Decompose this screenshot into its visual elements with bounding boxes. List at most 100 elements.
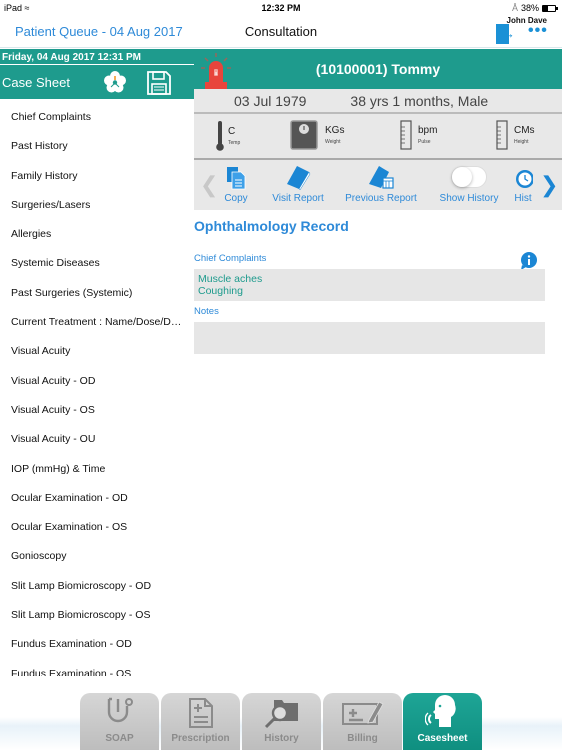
chief-complaints-field[interactable]: Muscle aches Coughing — [194, 269, 545, 301]
scroll-left-chevron-icon[interactable]: ❮ — [200, 172, 218, 198]
patient-age-gender: 38 yrs 1 months, Male — [350, 92, 489, 109]
weighing-scale-icon — [290, 120, 318, 150]
sidebar-item[interactable]: Systemic Diseases — [0, 249, 194, 278]
toggle-knob — [452, 167, 472, 187]
sidebar-item[interactable]: Ocular Examination - OD — [0, 484, 194, 513]
copy-button[interactable]: Copy — [221, 164, 251, 204]
navigation-bar: Patient Queue - 04 Aug 2017 Consultation… — [0, 16, 562, 48]
action-toolbar: ❮ Copy Visit Report Previous Report Show… — [194, 160, 562, 210]
sidebar-item[interactable]: Gonioscopy — [0, 542, 194, 571]
vital-unit: C — [228, 126, 236, 137]
notes-label: Notes — [194, 306, 219, 317]
sidebar-item[interactable]: Family History — [0, 162, 194, 191]
case-sheet-sidebar: Friday, 04 Aug 2017 12:31 PM Case Sheet — [0, 49, 194, 690]
ruler-icon — [496, 120, 508, 150]
tab-billing[interactable]: Billing — [323, 693, 402, 750]
patient-dob: 03 Jul 1979 — [234, 92, 307, 109]
tab-label: SOAP — [105, 733, 134, 744]
sidebar-item[interactable]: Visual Acuity — [0, 337, 194, 366]
prescription-document-icon — [188, 698, 213, 728]
sidebar-item[interactable]: Past History — [0, 132, 194, 161]
patient-header: a (10100001) Tommy — [194, 49, 562, 89]
sidebar-item[interactable]: IOP (mmHg) & Time — [0, 455, 194, 484]
sidebar-item[interactable]: Allergies — [0, 220, 194, 249]
history-label: Hist — [514, 193, 532, 204]
sidebar-item[interactable]: Past Surgeries (Systemic) — [0, 279, 194, 308]
visit-report-label: Visit Report — [272, 193, 324, 204]
tab-label: Billing — [347, 733, 378, 744]
chief-complaints-text: Muscle aches Coughing — [194, 269, 545, 301]
status-bar: iPad ≈ 12:32 PM Å 38% — [0, 0, 562, 16]
consultation-main: a (10100001) Tommy 03 Jul 1979 38 yrs 1 … — [194, 49, 562, 690]
tab-history[interactable]: History — [242, 693, 321, 750]
save-button[interactable] — [146, 70, 172, 96]
previous-report-label: Previous Report — [345, 193, 417, 204]
ruler-icon — [400, 120, 412, 150]
patient-name: (10100001) Tommy — [315, 61, 441, 77]
sidebar-item[interactable]: Fundus Examination - OS — [0, 660, 194, 676]
visit-report-button[interactable]: Visit Report — [271, 164, 325, 204]
copy-label: Copy — [224, 193, 248, 204]
patient-demographics: 03 Jul 1979 38 yrs 1 months, Male — [194, 89, 562, 114]
more-options-button[interactable]: ••• — [528, 23, 548, 39]
clock: 12:32 PM — [261, 3, 301, 13]
copy-icon — [227, 167, 246, 190]
status-right: Å 38% — [511, 3, 558, 13]
stethoscope-icon — [107, 697, 133, 723]
vitals-bar: C Temp KGs Weight bpm Pulse CMs Height — [194, 114, 562, 160]
vital-unit: bpm — [418, 125, 438, 136]
notes-field[interactable] — [194, 322, 545, 354]
tab-label: Casesheet — [417, 733, 468, 744]
sidebar-item[interactable]: Chief Complaints — [0, 103, 194, 132]
sidebar-title: Case Sheet — [2, 74, 70, 90]
tab-label: History — [264, 733, 299, 744]
vital-label: Temp — [228, 140, 241, 146]
arrow-right-icon: → — [502, 26, 515, 41]
info-icon[interactable] — [520, 252, 538, 270]
bluetooth-icon: Å — [511, 3, 518, 13]
sidebar-item[interactable]: Visual Acuity - OD — [0, 367, 194, 396]
previous-report-button[interactable]: Previous Report — [344, 164, 418, 204]
sidebar-item[interactable]: Visual Acuity - OU — [0, 425, 194, 454]
sidebar-datetime: Friday, 04 Aug 2017 12:31 PM — [0, 49, 194, 65]
bottom-tab-bar: SOAP Prescription History Billing Casesh… — [0, 690, 562, 750]
folder-search-icon — [264, 700, 298, 729]
floppy-disk-icon — [147, 71, 171, 95]
book-icon — [287, 166, 311, 190]
chief-complaints-label: Chief Complaints — [194, 253, 267, 264]
vital-weight[interactable]: KGs Weight — [290, 120, 344, 150]
vital-pulse[interactable]: bpm Pulse — [400, 120, 437, 150]
battery-percent: 38% — [520, 3, 539, 13]
template-button[interactable] — [103, 70, 127, 94]
sidebar-item[interactable]: Ocular Examination - OS — [0, 513, 194, 542]
show-history-toggle[interactable] — [451, 166, 487, 188]
logout-button[interactable]: → — [496, 24, 518, 44]
vital-label: Weight — [325, 139, 341, 145]
patient-queue-back-link[interactable]: Patient Queue - 04 Aug 2017 — [15, 24, 183, 39]
show-history-label: Show History — [439, 193, 499, 204]
sidebar-item[interactable]: Slit Lamp Biomicroscopy - OS — [0, 601, 194, 630]
sidebar-item[interactable]: Surgeries/Lasers — [0, 191, 194, 220]
complaint-line: Coughing — [198, 285, 243, 297]
clock-history-icon — [516, 170, 533, 188]
vital-label: Pulse — [418, 139, 431, 145]
speaking-head-icon — [424, 695, 456, 727]
case-sheet-section-list: Chief Complaints Past History Family Histo… — [0, 99, 194, 676]
sidebar-item[interactable]: Fundus Examination - OD — [0, 630, 194, 659]
tab-prescription[interactable]: Prescription — [161, 693, 240, 750]
tab-label: Prescription — [171, 733, 230, 744]
sidebar-item[interactable]: Slit Lamp Biomicroscopy - OD — [0, 572, 194, 601]
billing-pencil-icon — [341, 701, 384, 725]
battery-fill — [543, 5, 548, 11]
tab-soap[interactable]: SOAP — [80, 693, 159, 750]
history-button[interactable]: Hist — [512, 164, 534, 204]
battery-icon — [542, 4, 558, 12]
tab-casesheet[interactable]: Casesheet — [403, 693, 482, 750]
vital-height[interactable]: CMs Height — [496, 120, 535, 150]
sidebar-item[interactable]: Current Treatment : Name/Dose/Duration — [0, 308, 194, 337]
scroll-right-chevron-icon[interactable]: ❯ — [540, 172, 558, 198]
vital-temp[interactable]: C Temp — [216, 120, 240, 152]
show-history-toggle-item: Show History — [438, 164, 500, 204]
sidebar-item[interactable]: Visual Acuity - OS — [0, 396, 194, 425]
record-title: Ophthalmology Record — [194, 218, 349, 234]
